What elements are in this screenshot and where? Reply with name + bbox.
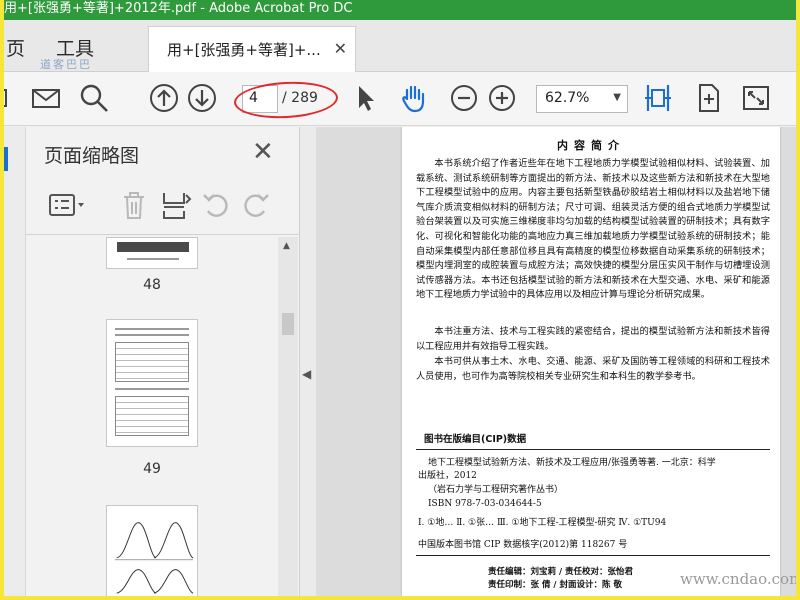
thumbnail-scrollbar[interactable]: ▲	[278, 237, 298, 596]
thumbnail-page-50[interactable]	[106, 505, 198, 596]
page-thumbnails-panel: 页面缩略图 ✕ 48 49 ▲	[26, 127, 300, 596]
rotate-left-icon[interactable]	[200, 189, 232, 221]
paragraph: 本书可供从事土木、水电、交通、能源、采矿及国防等工程领域的科研和工程技术人员使用…	[416, 356, 770, 382]
previous-page-icon[interactable]	[148, 82, 180, 114]
paragraph: 本书注重方法、技术与工程实践的紧密结合，提出的模型试验新方法和新技术皆得以工程应…	[416, 326, 770, 352]
thumbnail-line	[115, 334, 189, 336]
zoom-out-icon[interactable]	[448, 82, 480, 114]
thumbnail-list[interactable]: 48 49	[26, 237, 300, 596]
document-page: 内容简介 本书系统介绍了作者近些年在地下工程地质力学模型试验相似材料、试验装置、…	[402, 127, 780, 596]
thumbnail-figure	[117, 242, 189, 252]
thumbnail-page-48[interactable]	[106, 237, 198, 269]
fit-page-icon[interactable]	[692, 82, 724, 114]
cip-rule	[416, 449, 770, 450]
document-tab-label: 用+[张强勇+等著]+...	[167, 41, 321, 59]
paragraph: 本书系统介绍了作者近些年在地下工程地质力学模型试验相似材料、试验装置、加载系统、…	[416, 158, 770, 301]
scrollbar-thumb[interactable]	[282, 313, 294, 335]
search-icon[interactable]	[78, 82, 110, 114]
navigation-strip	[4, 127, 26, 596]
site-watermark: www.cndao.com	[680, 570, 796, 588]
doc88-watermark: 道客巴巴	[40, 58, 92, 71]
thumbnail-table	[115, 342, 189, 382]
thumbnail-chart	[114, 522, 194, 594]
fit-width-icon[interactable]	[642, 82, 674, 114]
thumbnail-table	[115, 396, 189, 436]
thumbnail-line	[115, 388, 189, 390]
thumbnail-line	[115, 328, 189, 330]
zoom-level-select[interactable]: 62.7% ▼	[536, 85, 628, 113]
panel-splitter[interactable]: ◀	[300, 127, 316, 596]
acrobat-window: 用+[张强勇+等著]+2012年.pdf - Adobe Acrobat Pro…	[4, 0, 796, 596]
zoom-level-value: 62.7%	[545, 90, 590, 106]
next-page-icon[interactable]	[186, 82, 218, 114]
cip-line: 地下工程模型试验新方法、新技术及工程应用/张强勇等著. 一北京：科学	[428, 458, 716, 468]
cip-title: 图书在版编目(CIP)数据	[424, 434, 527, 445]
zoom-in-icon[interactable]	[486, 82, 518, 114]
thumbnail-page-49[interactable]	[106, 319, 198, 447]
delete-page-icon[interactable]	[118, 189, 150, 221]
thumbnail-caption	[127, 258, 179, 260]
hand-tool-icon[interactable]	[398, 82, 430, 114]
thumbnail-number: 49	[143, 461, 161, 477]
credit-line: 责任编辑：刘宝莉 / 责任校对：张怡君	[488, 567, 634, 577]
cip-line: （岩石力学与工程研究著作丛书）	[428, 485, 564, 495]
page-heading: 内容简介	[557, 139, 625, 152]
active-nav-indicator	[4, 147, 8, 171]
document-view[interactable]: 内容简介 本书系统介绍了作者近些年在地下工程地质力学模型试验相似材料、试验装置、…	[316, 127, 796, 596]
document-tab[interactable]: 用+[张强勇+等著]+... ✕	[148, 26, 356, 72]
cip-bottom-rule	[416, 555, 770, 556]
cip-line: Ⅰ. ①地… Ⅱ. ①张… Ⅲ. ①地下工程-工程模型-研究 Ⅳ. ①TU94	[418, 518, 667, 528]
title-bar: 用+[张强勇+等著]+2012年.pdf - Adobe Acrobat Pro…	[4, 0, 796, 20]
chevron-down-icon: ▼	[613, 92, 621, 103]
full-screen-icon[interactable]	[740, 82, 772, 114]
thumbnail-tools	[26, 179, 300, 235]
save-icon[interactable]	[4, 82, 14, 114]
close-tab-icon[interactable]: ✕	[334, 39, 347, 58]
window-title: 用+[张强勇+等著]+2012年.pdf - Adobe Acrobat Pro…	[4, 1, 353, 16]
menu-home[interactable]: 页	[6, 34, 25, 61]
extract-page-icon[interactable]	[160, 189, 192, 221]
scroll-up-icon[interactable]: ▲	[283, 241, 290, 251]
credit-line: 责任印制：张 倩 / 封面设计：陈 敬	[488, 580, 622, 590]
email-icon[interactable]	[30, 82, 62, 114]
toolbar: 4 / 289 62.7% ▼	[4, 72, 796, 126]
rotate-right-icon[interactable]	[240, 189, 272, 221]
panel-title: 页面缩略图	[44, 145, 140, 167]
collapse-panel-icon[interactable]: ◀	[302, 367, 311, 381]
cip-line: 出版社，2012	[418, 471, 477, 481]
select-cursor-icon[interactable]	[350, 82, 382, 114]
cip-line: ISBN 978-7-03-034644-5	[428, 499, 542, 509]
thumbnail-options-icon[interactable]	[48, 189, 88, 221]
close-panel-icon[interactable]: ✕	[252, 137, 274, 167]
menu-bar: 页 工具 道客巴巴 用+[张强勇+等著]+... ✕	[4, 20, 796, 72]
cip-line: 中国版本图书馆 CIP 数据核字(2012)第 118267 号	[418, 540, 628, 550]
thumbnail-number: 48	[143, 277, 161, 293]
